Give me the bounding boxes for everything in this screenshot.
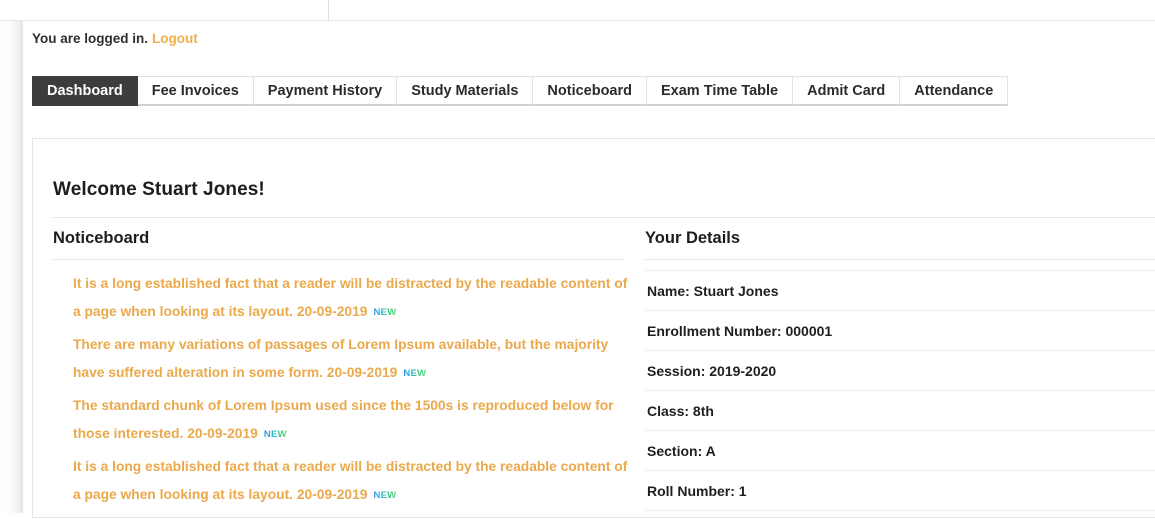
detail-row-class: Class: 8th — [645, 391, 1155, 431]
notice-item[interactable]: It is a long established fact that a rea… — [73, 453, 633, 510]
top-cutoff-strip — [0, 0, 1155, 21]
page-content: You are logged in. Logout Dashboard Fee I… — [23, 21, 1155, 518]
tab-noticeboard[interactable]: Noticeboard — [532, 76, 647, 106]
tab-fee-invoices[interactable]: Fee Invoices — [136, 76, 254, 106]
noticeboard-heading-divider — [53, 259, 625, 260]
detail-row-roll-number: Roll Number: 1 — [645, 471, 1155, 511]
dashboard-columns: Noticeboard It is a long established fac… — [33, 229, 1155, 519]
page-body: You are logged in. Logout Dashboard Fee I… — [0, 21, 1155, 518]
notice-text: The standard chunk of Lorem Ipsum used s… — [73, 398, 614, 441]
notice-text: There are many variations of passages of… — [73, 337, 609, 380]
your-details-heading-divider — [645, 259, 1155, 260]
your-details-section: Your Details Name: Stuart Jones Enrollme… — [645, 229, 1155, 511]
notice-item[interactable]: It is a long established fact that a rea… — [73, 270, 633, 327]
noticeboard-heading: Noticeboard — [53, 229, 150, 247]
tab-attendance[interactable]: Attendance — [899, 76, 1009, 106]
page-title: Welcome Stuart Jones! — [53, 178, 265, 200]
tab-payment-history[interactable]: Payment History — [252, 76, 398, 106]
page-left-gutter — [0, 21, 22, 513]
tab-study-materials[interactable]: Study Materials — [396, 76, 534, 106]
logout-link[interactable]: Logout — [152, 31, 198, 46]
main-tabbar: Dashboard Fee Invoices Payment History S… — [32, 74, 1009, 106]
tab-dashboard[interactable]: Dashboard — [32, 76, 138, 106]
noticeboard-list: It is a long established fact that a rea… — [53, 270, 645, 510]
detail-row-session: Session: 2019-2020 — [645, 351, 1155, 391]
notice-item[interactable]: There are many variations of passages of… — [73, 331, 633, 388]
tab-exam-time-table[interactable]: Exam Time Table — [646, 76, 794, 106]
notice-text: It is a long established fact that a rea… — [73, 276, 628, 319]
new-badge-icon: NEW — [373, 482, 396, 510]
noticeboard-section: Noticeboard It is a long established fac… — [53, 229, 645, 514]
notice-text: It is a long established fact that a rea… — [73, 459, 628, 502]
dashboard-card: Welcome Stuart Jones! Noticeboard It is … — [32, 138, 1155, 518]
detail-row-name: Name: Stuart Jones — [645, 271, 1155, 311]
login-status-bar: You are logged in. Logout — [32, 31, 198, 46]
login-status-text: You are logged in. — [32, 31, 149, 46]
your-details-heading: Your Details — [645, 229, 741, 247]
new-badge-icon: NEW — [264, 421, 287, 449]
your-details-list: Name: Stuart Jones Enrollment Number: 00… — [645, 270, 1155, 511]
tab-admit-card[interactable]: Admit Card — [792, 76, 901, 106]
detail-row-section: Section: A — [645, 431, 1155, 471]
new-badge-icon: NEW — [373, 299, 396, 327]
page-title-divider — [53, 217, 1155, 218]
new-badge-icon: NEW — [403, 360, 426, 388]
top-strip-column-divider — [328, 0, 329, 21]
notice-item[interactable]: The standard chunk of Lorem Ipsum used s… — [73, 392, 633, 449]
detail-row-enrollment-number: Enrollment Number: 000001 — [645, 311, 1155, 351]
